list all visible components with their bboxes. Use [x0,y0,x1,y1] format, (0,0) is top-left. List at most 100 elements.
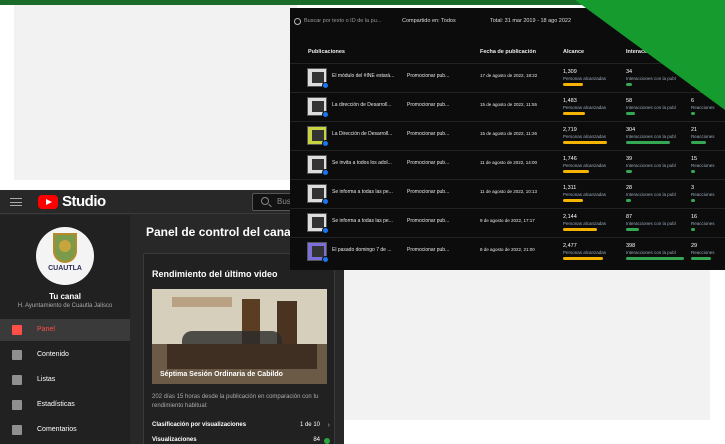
views-value: 84 [313,437,320,443]
video-thumbnail[interactable]: Séptima Sesión Ordinaria de Cabildo [152,289,327,384]
reach-sublabel: Personas alcanzadas [563,221,607,226]
background-panel-left [14,5,297,180]
promote-post-button[interactable]: Promocionar pub... [407,160,449,166]
search-icon [294,18,301,25]
facebook-icon [322,140,329,147]
interaction-sublabel: Interacciones con la publ [626,163,676,168]
reactions-bar [691,112,695,115]
reach-bar [563,199,583,202]
interaction-value: 39 [626,156,633,162]
table-row[interactable]: La Dirección de Desarroll... Promocionar … [290,121,725,149]
column-header-posts[interactable]: Publicaciones [308,49,345,55]
studio-app-name: Studio [62,193,106,210]
reactions-bar [691,141,706,144]
sidebar-item-panel[interactable]: Panel [0,319,130,341]
table-row[interactable]: Se informa a todas las pe... Promocionar … [290,179,725,207]
sidebar-item-comentarios[interactable]: Comentarios [0,419,130,441]
facebook-icon [322,227,329,234]
promote-post-button[interactable]: Promocionar pub... [407,189,449,195]
ranking-row[interactable]: Clasificación por visualizaciones 1 de 1… [152,422,330,434]
interaction-sublabel: Interacciones con la publ [626,221,676,226]
promote-post-button[interactable]: Promocionar pub... [407,218,449,224]
post-title[interactable]: La Dirección de Desarroll... [332,131,404,137]
post-date: 17 de agosto de 2022, 18:22 [480,73,538,78]
reactions-sublabel: Reacciones [691,192,715,197]
reactions-bar [691,199,695,202]
facebook-icon [322,111,329,118]
reach-value: 2,477 [563,243,577,249]
reach-bar [563,257,603,260]
sidebar-item-label: Listas [37,376,56,383]
ranking-value: 1 de 10 [299,422,320,428]
reactions-sublabel: Reacciones [691,163,715,168]
reach-sublabel: Personas alcanzadas [563,192,607,197]
sidebar-item-label: Comentarios [37,426,77,433]
table-row[interactable]: El pasado domingo 7 de ... Promocionar pu… [290,237,725,265]
post-title[interactable]: Se invita a todos los adol... [332,160,404,166]
date-range-selector[interactable]: Total: 31 mar 2019 - 18 ago 2022 [490,18,571,24]
interaction-bar [626,257,684,260]
reach-value: 1,311 [563,185,577,191]
post-title[interactable]: Se informa a todas las pe... [332,218,404,224]
interaction-bar [626,141,670,144]
sidebar-item-listas[interactable]: Listas [0,369,130,391]
reach-sublabel: Personas alcanzadas [563,250,607,255]
studio-sidebar: CUAUTLA Tu canal H. Ayuntamiento de Cuau… [0,215,130,444]
reactions-bar [691,170,695,173]
channel-name: H. Ayuntamiento de Cuautla Jalisco [17,303,113,309]
youtube-logo-icon[interactable] [38,195,58,209]
performance-description: 202 días 15 horas desde la publicación e… [152,394,319,409]
promote-post-button[interactable]: Promocionar pub... [407,247,449,253]
reach-bar [563,228,597,231]
post-title[interactable]: El pasado domingo 7 de ... [332,247,404,253]
search-icon [261,197,269,205]
search-placeholder: Bus [277,197,291,206]
facebook-icon [322,256,329,263]
interaction-sublabel: Interacciones con la publ [626,192,676,197]
interaction-sublabel: Interacciones con la publ [626,250,676,255]
reactions-value: 21 [691,127,698,133]
promote-post-button[interactable]: Promocionar pub... [407,102,449,108]
column-header-date[interactable]: Fecha de publicación [480,49,536,55]
corner-decoration [575,0,725,110]
hamburger-menu-icon[interactable] [10,198,22,206]
table-row[interactable]: Se invita a todos los adol... Promocionar… [290,150,725,178]
post-title[interactable]: El módulo del #INE estará... [332,73,404,79]
reactions-value: 29 [691,243,698,249]
reach-bar [563,141,607,144]
shared-filter-dropdown[interactable]: Compartido en: Todos [402,18,456,24]
reach-sublabel: Personas alcanzadas [563,163,607,168]
channel-avatar[interactable]: CUAUTLA [36,227,94,285]
post-title[interactable]: Se informa a todas las pe... [332,189,404,195]
analytics-icon [12,400,22,410]
post-date: 11 de agosto de 2022, 10:13 [480,189,537,194]
status-ok-icon [324,438,330,444]
page-title: Panel de control del canal [146,225,295,239]
facebook-icon [322,198,329,205]
interaction-bar [626,170,632,173]
interaction-value: 87 [626,214,633,220]
table-row[interactable]: Se informa a todas las pe... Promocionar … [290,208,725,236]
post-search-input[interactable]: Buscar por texto o ID de la pu... [304,18,381,24]
post-date: 8 de agosto de 2022, 21:00 [480,247,535,252]
dashboard-icon [12,325,22,335]
avatar-text: CUAUTLA [48,265,82,272]
comments-icon [12,425,22,435]
post-title[interactable]: La dirección de Desarroll... [332,102,404,108]
reach-value: 1,746 [563,156,577,162]
interaction-value: 398 [626,243,636,249]
reach-bar [563,170,589,173]
promote-post-button[interactable]: Promocionar pub... [407,73,449,79]
playlist-icon [12,375,22,385]
thumbnail-caption: Séptima Sesión Ordinaria de Cabildo [160,371,283,378]
facebook-icon [322,82,329,89]
promote-post-button[interactable]: Promocionar pub... [407,131,449,137]
views-row: Visualizaciones 84 [152,437,330,444]
post-date: 9 de agosto de 2022, 17:17 [480,218,535,223]
reactions-value: 15 [691,156,698,162]
sidebar-item-estadisticas[interactable]: Estadísticas [0,394,130,416]
sidebar-item-contenido[interactable]: Contenido [0,344,130,366]
crest-icon [53,233,77,263]
chevron-right-icon: › [327,422,330,429]
post-date: 15 de agosto de 2022, 11:26 [480,131,537,136]
